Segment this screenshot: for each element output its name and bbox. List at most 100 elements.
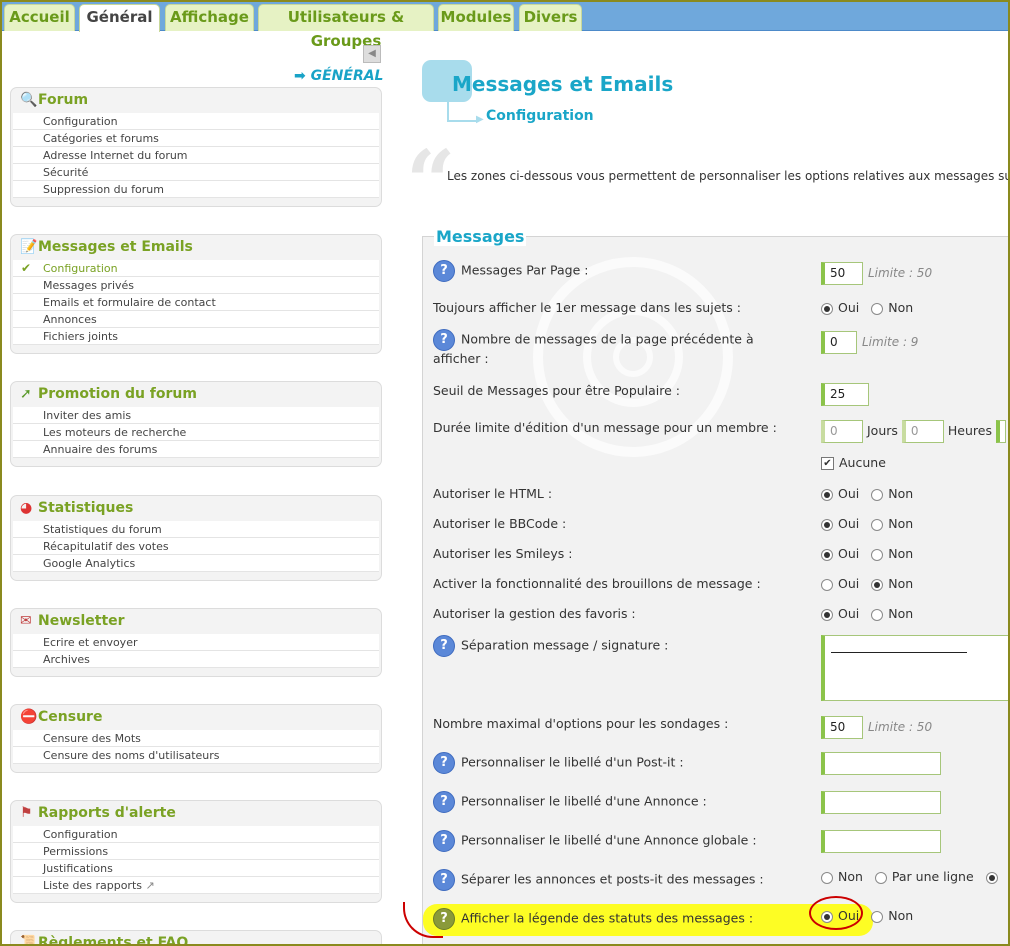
field-control: Non Par une ligne	[821, 867, 1003, 887]
sidebar-item[interactable]: Censure des Mots	[13, 730, 379, 747]
sidebar-item[interactable]: Justifications	[13, 860, 379, 877]
messages-per-page-input[interactable]: 50	[821, 262, 863, 285]
edit-minutes-input[interactable]	[995, 420, 1006, 443]
help-icon[interactable]: ?	[433, 260, 455, 282]
field-control: 0 Jours 0 Heures	[821, 420, 1006, 443]
radio-non[interactable]	[871, 302, 884, 315]
radio-label: Non	[888, 546, 914, 561]
field-label: ? Personnaliser le libellé d'un Post-it :	[433, 752, 684, 774]
prev-page-messages-input[interactable]: 0	[821, 331, 857, 354]
sidebar-box-title: Forum	[38, 92, 89, 108]
sidebar-item[interactable]: Configuration	[13, 113, 379, 130]
sidebar-box-rapports: ⚑ Rapports d'alerte Configuration Permiss…	[10, 800, 382, 903]
radio-label: Oui	[838, 546, 860, 561]
radio-label: Non	[888, 300, 914, 315]
sidebar-box-title: Rapports d'alerte	[38, 805, 176, 821]
sidebar-item[interactable]: Suppression du forum	[13, 181, 379, 198]
radio-non[interactable]	[821, 871, 833, 884]
help-icon[interactable]: ?	[433, 791, 455, 813]
radio-oui[interactable]	[821, 548, 833, 561]
popular-threshold-input[interactable]: 25	[821, 383, 869, 406]
tab-divers[interactable]: Divers	[519, 4, 582, 31]
help-icon[interactable]: ?	[433, 869, 455, 891]
sidebar: ◀ ➡ GÉNÉRAL 🔍Forum Configuration Catégor…	[2, 32, 394, 944]
sidebar-item[interactable]: Google Analytics	[13, 555, 379, 572]
help-icon[interactable]: ?	[433, 329, 455, 351]
field-label: Autoriser le HTML :	[433, 486, 553, 501]
radio-non[interactable]	[871, 608, 884, 621]
sidebar-item[interactable]: Permissions	[13, 843, 379, 860]
sidebar-item[interactable]: Ecrire et envoyer	[13, 634, 379, 651]
radio-non[interactable]	[871, 578, 884, 591]
radio-label: Non	[888, 486, 914, 501]
radio-oui[interactable]	[821, 608, 833, 621]
radio-oui[interactable]	[821, 488, 833, 501]
sidebar-item[interactable]: Adresse Internet du forum	[13, 147, 379, 164]
radio-non[interactable]	[871, 518, 884, 531]
help-icon[interactable]: ?	[433, 635, 455, 657]
signature-separator-textarea[interactable]	[821, 635, 1008, 701]
tab-affichage[interactable]: Affichage	[165, 4, 254, 31]
sidebar-item[interactable]: Censure des noms d'utilisateurs	[13, 747, 379, 764]
help-icon[interactable]: ?	[433, 830, 455, 852]
sidebar-item-label: Liste des rapports	[43, 879, 142, 892]
sidebar-item[interactable]: Catégories et forums	[13, 130, 379, 147]
field-label-text: Afficher la légende des statuts des mess…	[461, 910, 754, 926]
tab-utilisateurs-groupes[interactable]: Utilisateurs & Groupes	[258, 4, 434, 50]
field-label: Durée limite d'édition d'un message pour…	[433, 420, 777, 435]
field-label: Toujours afficher le 1er message dans le…	[433, 300, 741, 315]
radio-oui[interactable]	[821, 302, 833, 315]
field-control: Oui Non	[821, 514, 913, 534]
sidebar-item[interactable]: Archives	[13, 651, 379, 668]
field-control	[821, 791, 941, 814]
sidebar-item-active[interactable]: Configuration	[13, 260, 379, 277]
sidebar-box-reglements: 📜Règlements et FAQ	[10, 930, 382, 944]
field-control: Oui Non	[821, 484, 913, 504]
tab-accueil[interactable]: Accueil	[4, 4, 75, 31]
sidebar-item[interactable]: Inviter des amis	[13, 407, 379, 424]
radio-label: Par une ligne	[891, 869, 974, 884]
edit-hours-input[interactable]: 0	[901, 420, 944, 443]
sidebar-item[interactable]: Liste des rapports ↗	[13, 877, 379, 894]
radio-non[interactable]	[871, 910, 884, 923]
radio-non[interactable]	[871, 488, 884, 501]
radio-non[interactable]	[871, 548, 884, 561]
sidebar-item[interactable]: Configuration	[13, 826, 379, 843]
postit-label-input[interactable]	[821, 752, 941, 775]
radio-label: Non	[888, 516, 914, 531]
checkbox-aucune[interactable]: ✔	[821, 457, 834, 470]
tab-general[interactable]: Général	[79, 4, 160, 32]
sidebar-box-title: Promotion du forum	[38, 386, 197, 402]
field-label: Autoriser le BBCode :	[433, 516, 567, 531]
sidebar-item[interactable]: Les moteurs de recherche	[13, 424, 379, 441]
announce-label-input[interactable]	[821, 791, 941, 814]
collapse-sidebar-icon[interactable]: ◀	[363, 45, 381, 63]
radio-label: Non	[838, 869, 863, 884]
tab-modules[interactable]: Modules	[438, 4, 514, 31]
sidebar-item[interactable]: Annonces	[13, 311, 379, 328]
help-icon[interactable]: ?	[433, 908, 455, 930]
sidebar-item[interactable]: Annuaire des forums	[13, 441, 379, 458]
field-label: Seuil de Messages pour être Populaire :	[433, 383, 681, 398]
radio-oui[interactable]	[821, 518, 833, 531]
sidebar-item[interactable]: Récapitulatif des votes	[13, 538, 379, 555]
mail-icon: ✉	[20, 613, 32, 629]
help-icon[interactable]: ?	[433, 752, 455, 774]
sidebar-item[interactable]: Sécurité	[13, 164, 379, 181]
radio-oui[interactable]	[821, 578, 833, 591]
sidebar-item[interactable]: Emails et formulaire de contact	[13, 294, 379, 311]
poll-options-input[interactable]: 50	[821, 716, 863, 739]
field-control: ✔ Aucune	[821, 453, 886, 473]
sidebar-box-title: Newsletter	[38, 613, 125, 629]
sidebar-item[interactable]: Fichiers joints	[13, 328, 379, 345]
global-announce-label-input[interactable]	[821, 830, 941, 853]
field-label-cont: afficher :	[433, 351, 489, 366]
field-label: ? Séparation message / signature :	[433, 635, 668, 657]
radio-par-une-ligne[interactable]	[874, 871, 887, 884]
external-link-icon: ↗	[145, 879, 155, 892]
edit-days-input[interactable]: 0	[821, 420, 863, 443]
sidebar-item[interactable]: Messages privés	[13, 277, 379, 294]
radio-other[interactable]	[985, 871, 998, 884]
sidebar-item[interactable]: Statistiques du forum	[13, 521, 379, 538]
radio-label: Oui	[838, 300, 860, 315]
